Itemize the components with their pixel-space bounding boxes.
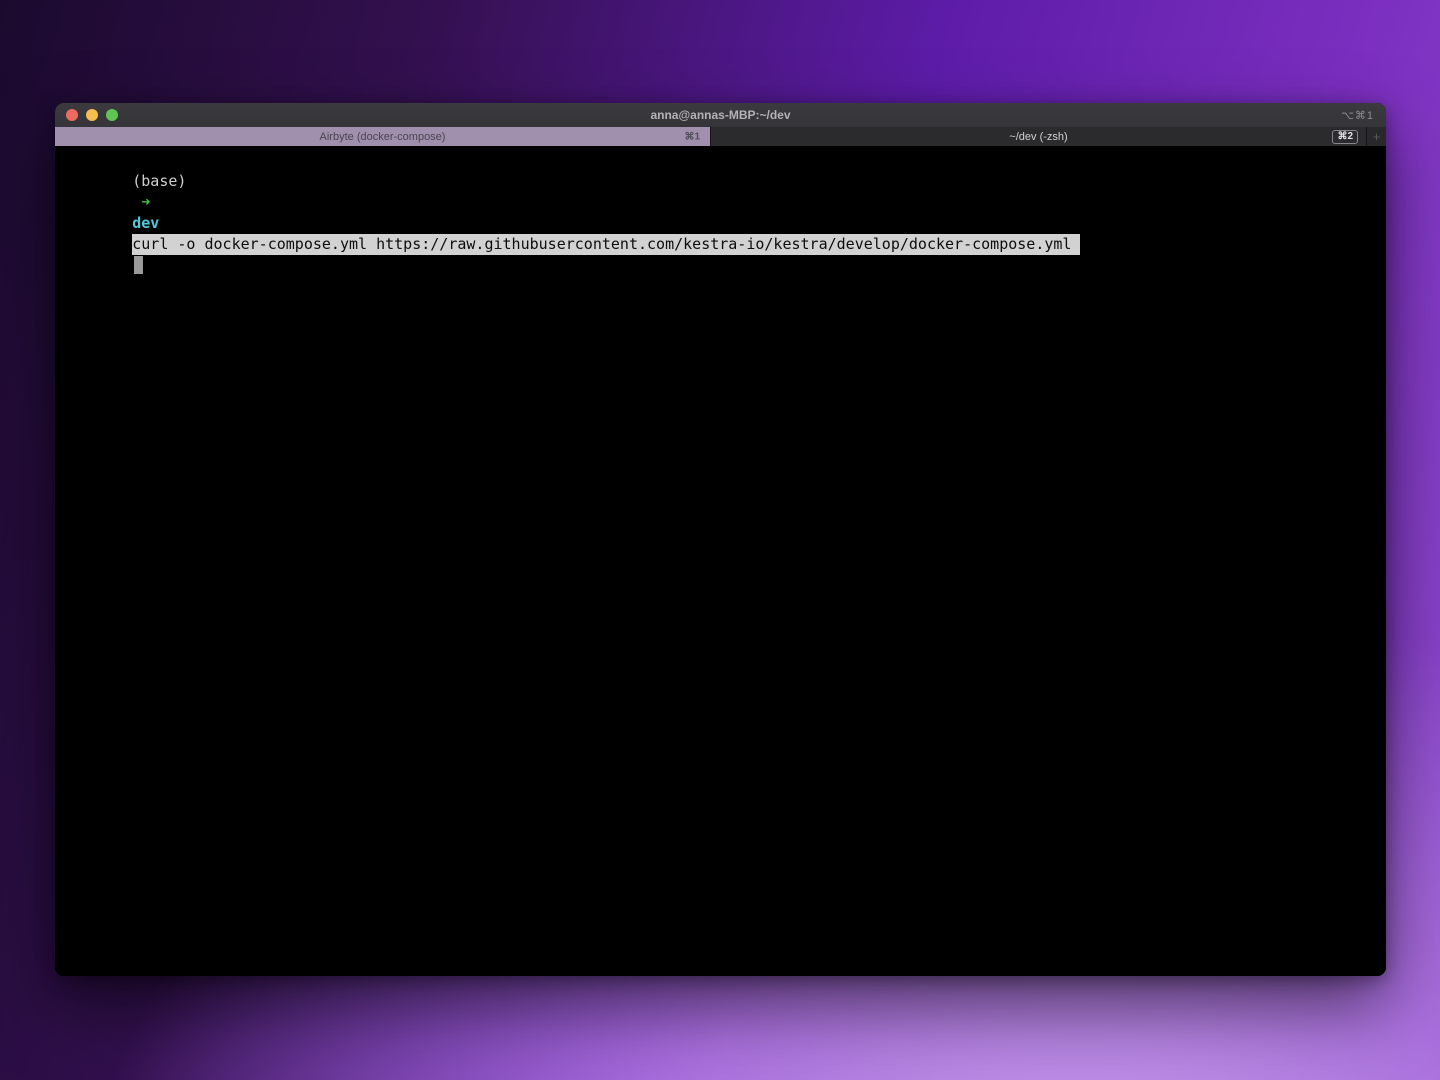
window-shortcut-hint: ⌥⌘1 (1341, 109, 1374, 122)
prompt-venv: (base) (132, 172, 186, 190)
tab-dev-zsh[interactable]: ~/dev (-zsh) ⌘2 (711, 127, 1366, 146)
selected-command-text[interactable]: curl -o docker-compose.yml https://raw.g… (132, 234, 1080, 255)
window-title: anna@annas-MBP:~/dev (55, 108, 1386, 122)
desktop-background: anna@annas-MBP:~/dev ⌥⌘1 Airbyte (docker… (0, 0, 1440, 1080)
new-tab-button[interactable]: + (1366, 127, 1386, 146)
minimize-button[interactable] (86, 109, 98, 121)
prompt-line: (base) ➜ dev curl -o docker-compose.yml … (60, 150, 1381, 297)
tab-label: Airbyte (docker-compose) (320, 131, 446, 143)
tab-label: ~/dev (-zsh) (1009, 131, 1067, 143)
traffic-lights (55, 109, 118, 121)
window-titlebar[interactable]: anna@annas-MBP:~/dev ⌥⌘1 (55, 103, 1386, 127)
terminal-cursor (134, 256, 143, 274)
tab-shortcut-hint: ⌘2 (1332, 130, 1358, 144)
tab-bar: Airbyte (docker-compose) ⌘1 ~/dev (-zsh)… (55, 127, 1386, 146)
terminal-window: anna@annas-MBP:~/dev ⌥⌘1 Airbyte (docker… (55, 103, 1386, 976)
tab-shortcut-hint: ⌘1 (684, 131, 700, 142)
terminal-content[interactable]: (base) ➜ dev curl -o docker-compose.yml … (55, 146, 1386, 976)
prompt-arrow-icon: ➜ (141, 193, 150, 211)
zoom-button[interactable] (106, 109, 118, 121)
prompt-directory: dev (132, 214, 159, 232)
tab-airbyte-docker-compose[interactable]: Airbyte (docker-compose) ⌘1 (55, 127, 711, 146)
close-button[interactable] (66, 109, 78, 121)
